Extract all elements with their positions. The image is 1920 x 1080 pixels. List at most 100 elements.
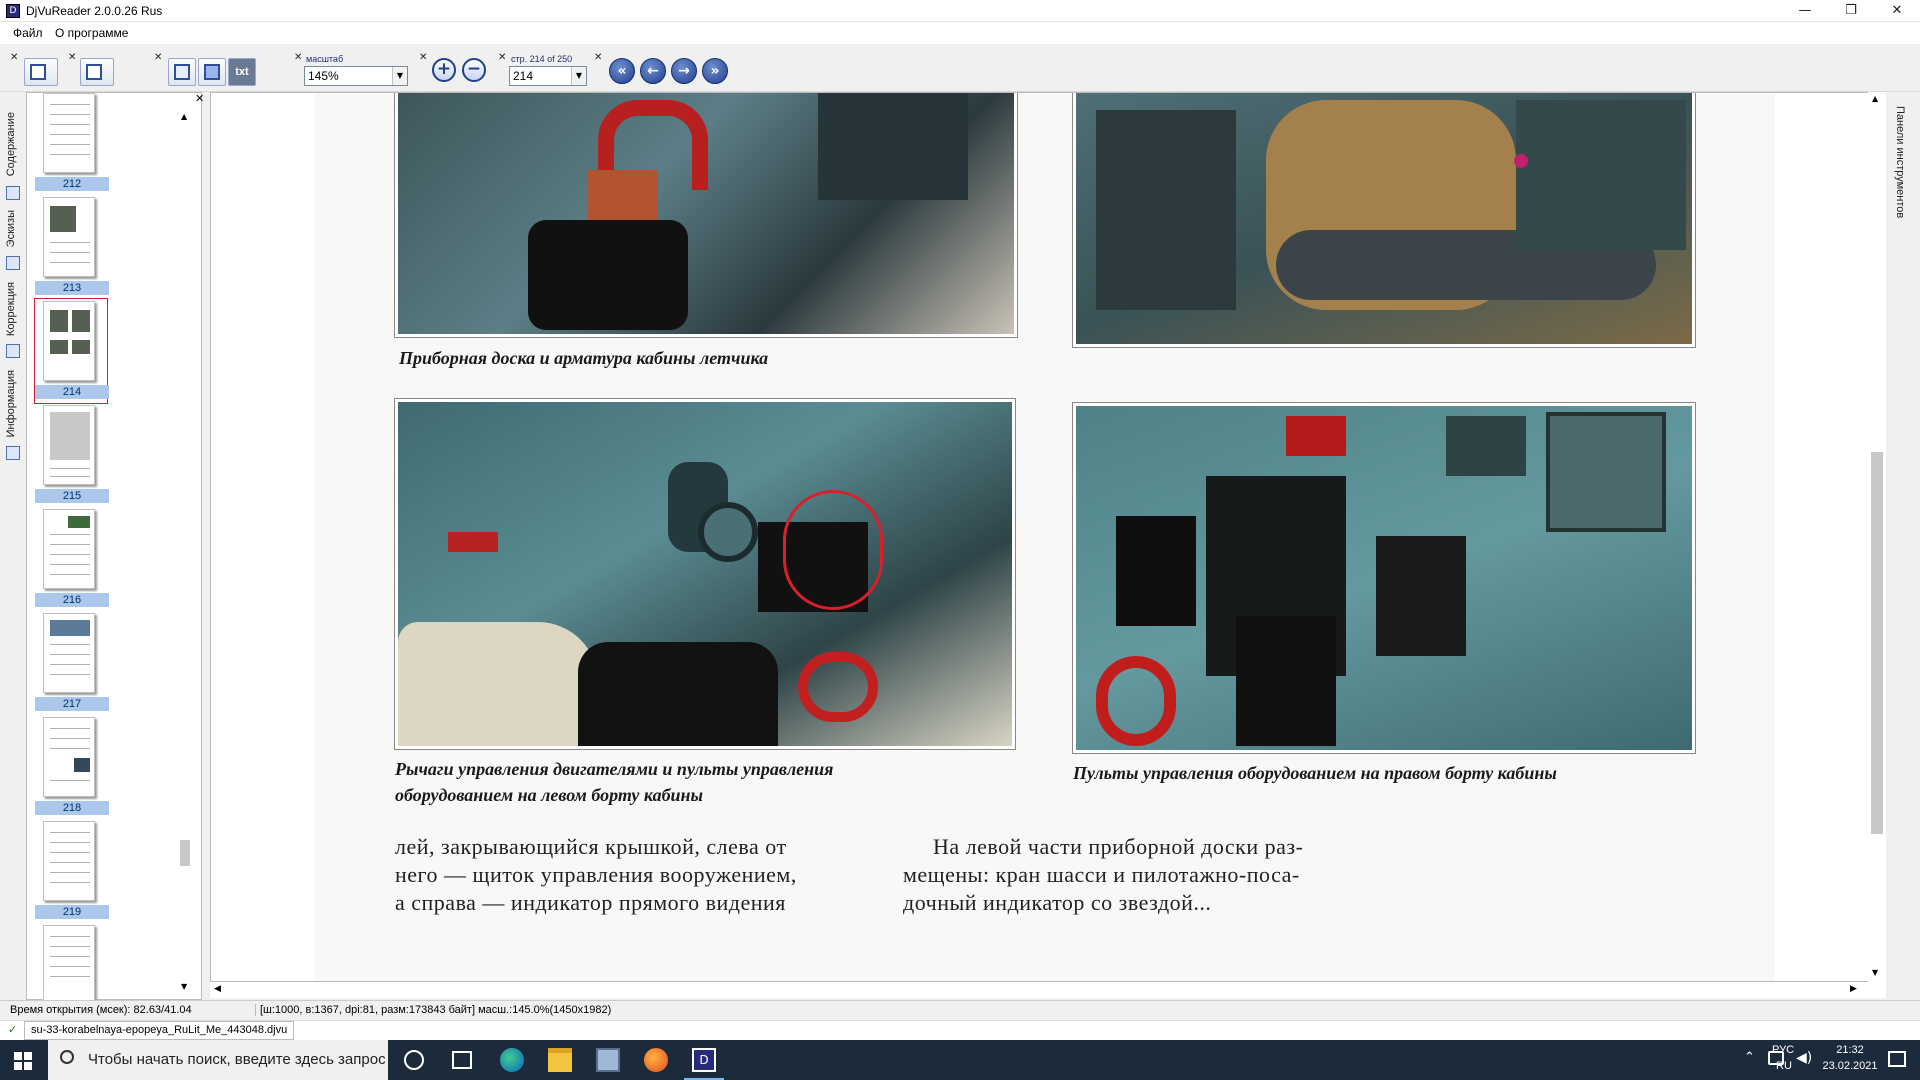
- zoom-value: 145%: [308, 69, 339, 83]
- tab-toolbars[interactable]: Панели инструментов: [1894, 106, 1906, 218]
- toolbar: ✕ ✕ ✕ txt ✕ масштаб 145% ▼ ✕ + − ✕ стр. …: [0, 44, 1920, 92]
- document-viewer[interactable]: Приборная доска и арматура кабины летчик…: [210, 92, 1886, 982]
- viewer-vertical-scrollbar[interactable]: ▲ ▼: [1868, 92, 1886, 982]
- clock-time[interactable]: 21:32: [1820, 1044, 1880, 1056]
- thumbnail-number: 214: [35, 385, 109, 399]
- tab-thumbnails[interactable]: Эскизы: [5, 210, 17, 247]
- information-icon: [6, 446, 20, 460]
- prev-page-button[interactable]: ←: [640, 58, 666, 84]
- task-view-icon[interactable]: [452, 1051, 472, 1069]
- last-page-button[interactable]: »: [702, 58, 728, 84]
- tab-information[interactable]: Информация: [5, 370, 17, 437]
- right-tool-rail: Панели инструментов: [1886, 92, 1920, 982]
- tab-contents[interactable]: Содержание: [5, 112, 17, 176]
- djvureader-icon[interactable]: D: [692, 1048, 716, 1072]
- correction-icon: [6, 344, 20, 358]
- clock-date[interactable]: 23.02.2021: [1820, 1060, 1880, 1072]
- taskbar-search[interactable]: Чтобы начать поиск, введите здесь запрос: [48, 1040, 388, 1080]
- scroll-down-icon[interactable]: ▼: [181, 982, 187, 991]
- thumbnail[interactable]: 213: [35, 195, 109, 299]
- minimize-button[interactable]: —: [1782, 0, 1828, 22]
- toolbar-close-icon[interactable]: ✕: [10, 52, 18, 63]
- viewer-horizontal-scrollbar[interactable]: ◀ ▶: [210, 982, 1886, 998]
- thumbnail-panel: 212 213 214 215 216 217 218 219: [26, 91, 202, 1005]
- thumbnail-number: 217: [35, 697, 109, 711]
- zoom-select[interactable]: 145% ▼: [304, 66, 408, 86]
- windows-start-icon[interactable]: [14, 1052, 32, 1070]
- zoom-label: масштаб: [306, 54, 344, 64]
- caption-left-1: Рычаги управления двигателями и пульты у…: [395, 759, 834, 779]
- thumbnail[interactable]: 218: [35, 715, 109, 819]
- firefox-icon[interactable]: [644, 1048, 668, 1072]
- next-page-button[interactable]: →: [671, 58, 697, 84]
- maximize-button[interactable]: ❐: [1828, 0, 1874, 22]
- toolbar-close-icon[interactable]: ✕: [294, 52, 302, 63]
- scroll-up-icon[interactable]: ▲: [181, 112, 187, 121]
- first-page-button[interactable]: «: [609, 58, 635, 84]
- panel-close-icon[interactable]: ✕: [195, 92, 204, 105]
- page-value: 214: [513, 69, 534, 83]
- toolbar-close-icon[interactable]: ✕: [68, 52, 76, 63]
- edge-icon[interactable]: [500, 1048, 524, 1072]
- thumbnail[interactable]: 219: [35, 819, 109, 923]
- body-text-right-3: дочный индикатор со звездой...: [903, 890, 1212, 915]
- body-text-left-2: него — щиток управления вооружением,: [395, 862, 797, 887]
- check-icon: ✓: [8, 1024, 18, 1036]
- file-explorer-icon[interactable]: [548, 1048, 572, 1072]
- page-select[interactable]: 214 ▼: [509, 66, 587, 86]
- thumbnail[interactable]: 216: [35, 507, 109, 611]
- toolbar-close-icon[interactable]: ✕: [154, 52, 162, 63]
- menu-file[interactable]: Файл: [13, 26, 43, 40]
- status-info: [ш:1000, в:1367, dpi:81, разм:173843 бай…: [255, 1004, 611, 1016]
- thumbnails-icon: [6, 256, 20, 270]
- title-bar: D DjVuReader 2.0.0.26 Rus — ❐ ✕: [0, 0, 1920, 22]
- notification-icon[interactable]: [1888, 1051, 1906, 1067]
- toolbar-close-icon[interactable]: ✕: [419, 52, 427, 63]
- cockpit-photo-left-panel: [394, 398, 1016, 750]
- view-mode-button[interactable]: [80, 58, 114, 86]
- volume-icon[interactable]: ◀): [1796, 1050, 1812, 1066]
- scroll-right-icon[interactable]: ▶: [1850, 984, 1857, 994]
- file-tab-bar: ✓ su-33-korabelnaya-epopeya_RuLit_Me_443…: [0, 1020, 1920, 1040]
- search-placeholder: Чтобы начать поиск, введите здесь запрос: [88, 1051, 386, 1068]
- scroll-up-icon[interactable]: ▲: [1872, 94, 1878, 103]
- file-tab[interactable]: su-33-korabelnaya-epopeya_RuLit_Me_44304…: [24, 1021, 295, 1040]
- txt-button[interactable]: txt: [228, 58, 256, 86]
- thumbnail-number: 213: [35, 281, 109, 295]
- thumbnail-number: 212: [35, 177, 109, 191]
- thumbnail-number: 215: [35, 489, 109, 503]
- thumbnail[interactable]: 217: [35, 611, 109, 715]
- close-button[interactable]: ✕: [1874, 0, 1920, 22]
- thumbnail-number: 216: [35, 593, 109, 607]
- thumbnail-scrollbar[interactable]: ▲ ▼: [178, 110, 192, 994]
- window-title: DjVuReader 2.0.0.26 Rus: [26, 4, 163, 18]
- app-icon-taskbar[interactable]: [596, 1048, 620, 1072]
- status-bar: Время открытия (мсек): 82.63/41.04 [ш:10…: [0, 1000, 1920, 1020]
- menu-bar: Файл О программе: [0, 22, 1920, 44]
- scroll-down-icon[interactable]: ▼: [1872, 968, 1878, 977]
- thumbnail[interactable]: 215: [35, 403, 109, 507]
- zoom-out-button[interactable]: −: [462, 58, 486, 82]
- tab-correction[interactable]: Коррекция: [5, 282, 17, 336]
- scroll-thumb[interactable]: [180, 840, 190, 866]
- thumbnail-selected[interactable]: 214: [34, 298, 109, 404]
- language-indicator[interactable]: РУС: [1772, 1044, 1794, 1056]
- body-text-left-3: а справа — индикатор прямого видения: [395, 890, 786, 915]
- scroll-thumb[interactable]: [1871, 452, 1883, 834]
- caption-top: Приборная доска и арматура кабины летчик…: [399, 348, 769, 368]
- scroll-left-icon[interactable]: ◀: [214, 984, 221, 994]
- tray-chevron-icon[interactable]: ⌃: [1744, 1050, 1755, 1065]
- image-tool-button[interactable]: [198, 58, 226, 86]
- select-tool-button[interactable]: [168, 58, 196, 86]
- thumbnail[interactable]: 212: [35, 91, 109, 195]
- page-label: стр. 214 of 250: [511, 54, 573, 64]
- toolbar-close-icon[interactable]: ✕: [594, 52, 602, 63]
- open-menu-button[interactable]: [24, 58, 58, 86]
- toolbar-close-icon[interactable]: ✕: [498, 52, 506, 63]
- menu-about[interactable]: О программе: [55, 26, 128, 40]
- cortana-icon[interactable]: [404, 1050, 424, 1070]
- status-open-time: Время открытия (мсек): 82.63/41.04: [10, 1004, 192, 1016]
- zoom-in-button[interactable]: +: [432, 58, 456, 82]
- red-annotation-circle: [783, 490, 883, 610]
- language-code: RU: [1776, 1060, 1792, 1072]
